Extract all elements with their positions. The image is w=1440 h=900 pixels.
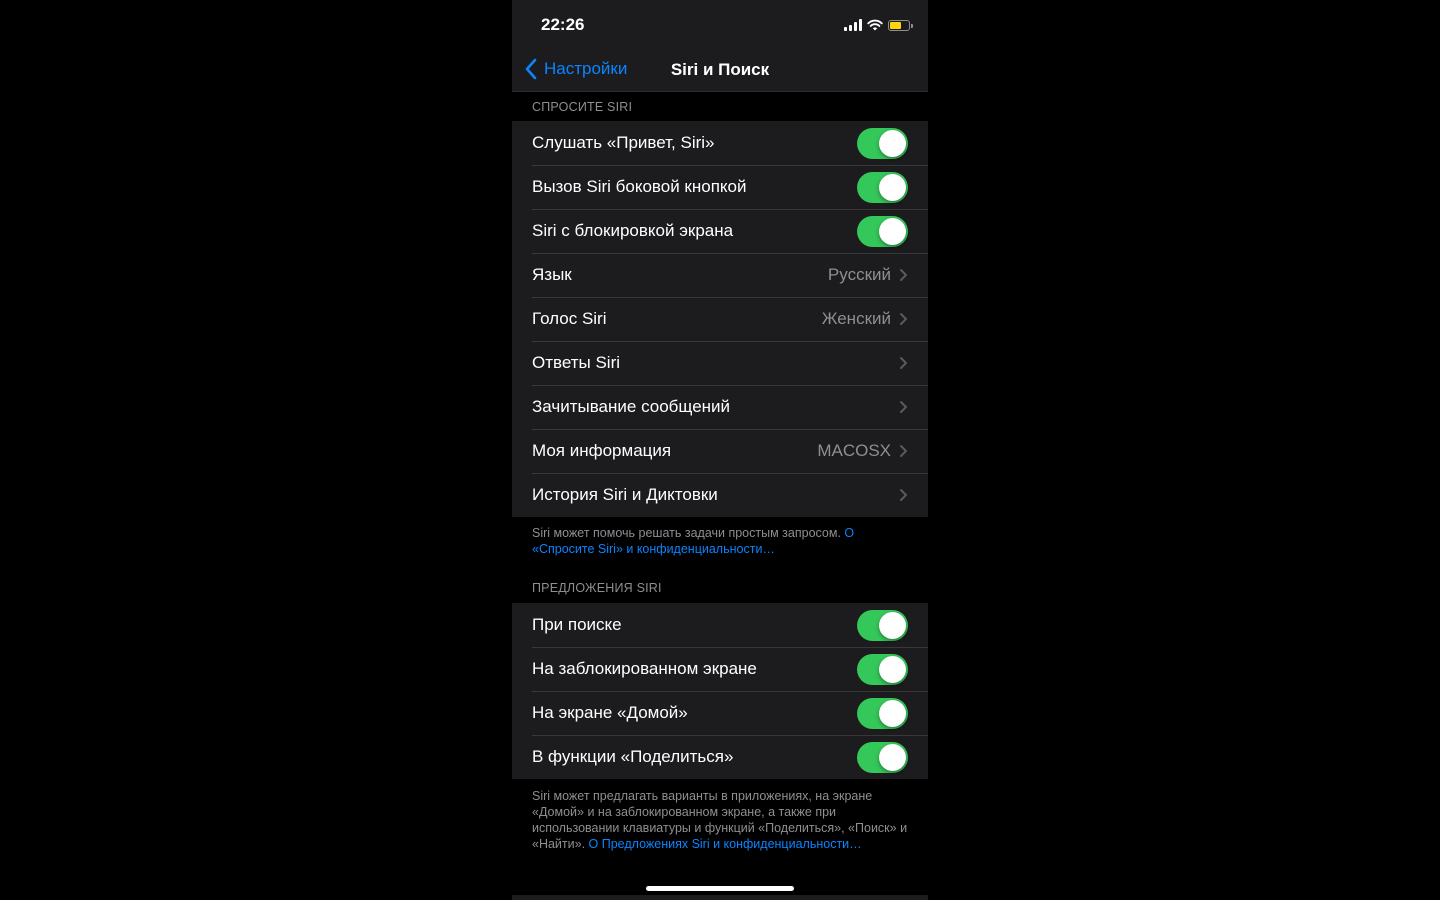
- row-value: Русский: [827, 265, 891, 284]
- settings-row[interactable]: Моя информация MACOSX: [512, 429, 928, 473]
- signal-icon: [844, 19, 862, 31]
- ask-siri-footer: Siri может помочь решать задачи простым …: [512, 517, 928, 557]
- toggle-switch[interactable]: [857, 741, 908, 773]
- status-icons: [844, 17, 913, 31]
- settings-row[interactable]: Ответы Siri: [512, 341, 928, 385]
- chevron-right-icon: [900, 401, 907, 413]
- row-label: На заблокированном экране: [532, 659, 757, 678]
- chevron-right-icon: [900, 313, 907, 325]
- settings-row[interactable]: Зачитывание сообщений: [512, 385, 928, 429]
- section-header-suggestions: ПРЕДЛОЖЕНИЯ SIRI: [532, 581, 662, 595]
- toggle-knob: [879, 129, 906, 157]
- chevron-right-icon: [900, 489, 907, 501]
- battery-icon: [888, 20, 913, 31]
- row-label: Зачитывание сообщений: [532, 397, 731, 416]
- section-header-ask-siri: СПРОСИТЕ SIRI: [532, 100, 633, 114]
- row-label: Вызов Siri боковой кнопкой: [532, 177, 747, 196]
- status-time: 22:26: [541, 15, 585, 34]
- row-label: История Siri и Диктовки: [532, 485, 718, 504]
- suggestions-privacy-link[interactable]: О Предложениях Siri и конфиденциальности…: [589, 837, 862, 851]
- row-value: MACOSX: [817, 441, 891, 460]
- toggle-switch[interactable]: [857, 653, 908, 685]
- navigation-bar: Настройки Siri и Поиск: [512, 48, 928, 92]
- toggle-row[interactable]: Слушать «Привет, Siri»: [512, 121, 928, 165]
- toggle-row[interactable]: На заблокированном экране: [512, 647, 928, 691]
- settings-row[interactable]: Язык Русский: [512, 253, 928, 297]
- settings-content: СПРОСИТЕ SIRI Слушать «Привет, Siri» Вызо…: [512, 92, 928, 852]
- toggle-switch[interactable]: [857, 697, 908, 729]
- toggle-row[interactable]: Вызов Siri боковой кнопкой: [512, 165, 928, 209]
- row-label: На экране «Домой»: [532, 703, 688, 722]
- ask-siri-footer-text: Siri может помочь решать задачи простым …: [532, 526, 845, 540]
- toggle-knob: [879, 217, 906, 245]
- row-label: Ответы Siri: [532, 353, 621, 372]
- ask-siri-group: Слушать «Привет, Siri» Вызов Siri боковой…: [512, 121, 928, 517]
- chevron-right-icon: [900, 445, 907, 457]
- row-label: Слушать «Привет, Siri»: [532, 133, 715, 152]
- toggle-row[interactable]: В функции «Поделиться»: [512, 735, 928, 779]
- chevron-right-icon: [900, 269, 907, 281]
- status-bar: 22:26: [512, 0, 928, 48]
- siri-suggestions-group: При поиске На заблокированном экране На эк…: [512, 603, 928, 779]
- page-title: Siri и Поиск: [670, 60, 770, 79]
- toggle-switch[interactable]: [857, 171, 908, 203]
- toggle-knob: [879, 699, 906, 727]
- toggle-switch[interactable]: [857, 609, 908, 641]
- toggle-row[interactable]: Siri с блокировкой экрана: [512, 209, 928, 253]
- phone-screen: 22:26 Настройки Siri и Поиск СПРОСИТЕ SI…: [512, 0, 928, 900]
- toggle-row[interactable]: При поиске: [512, 603, 928, 647]
- home-indicator: [646, 886, 794, 891]
- row-value: Женский: [821, 309, 891, 328]
- toggle-switch[interactable]: [857, 127, 908, 159]
- toggle-knob: [879, 743, 906, 771]
- row-label: Язык: [532, 265, 572, 284]
- row-label: Голос Siri: [532, 309, 607, 328]
- row-label: При поиске: [532, 615, 622, 634]
- row-label: Моя информация: [532, 441, 672, 460]
- settings-row[interactable]: История Siri и Диктовки: [512, 473, 928, 517]
- toggle-knob: [879, 173, 906, 201]
- wifi-icon: [867, 19, 883, 31]
- row-label: В функции «Поделиться»: [532, 747, 734, 766]
- toggle-knob: [879, 611, 906, 639]
- toggle-switch[interactable]: [857, 215, 908, 247]
- settings-row[interactable]: Голос Siri Женский: [512, 297, 928, 341]
- toggle-row[interactable]: На экране «Домой»: [512, 691, 928, 735]
- chevron-right-icon: [900, 357, 907, 369]
- toggle-knob: [879, 655, 906, 683]
- suggestions-footer: Siri может предлагать варианты в приложе…: [512, 779, 928, 852]
- row-label: Siri с блокировкой экрана: [532, 221, 734, 240]
- bottom-strip: [512, 895, 928, 900]
